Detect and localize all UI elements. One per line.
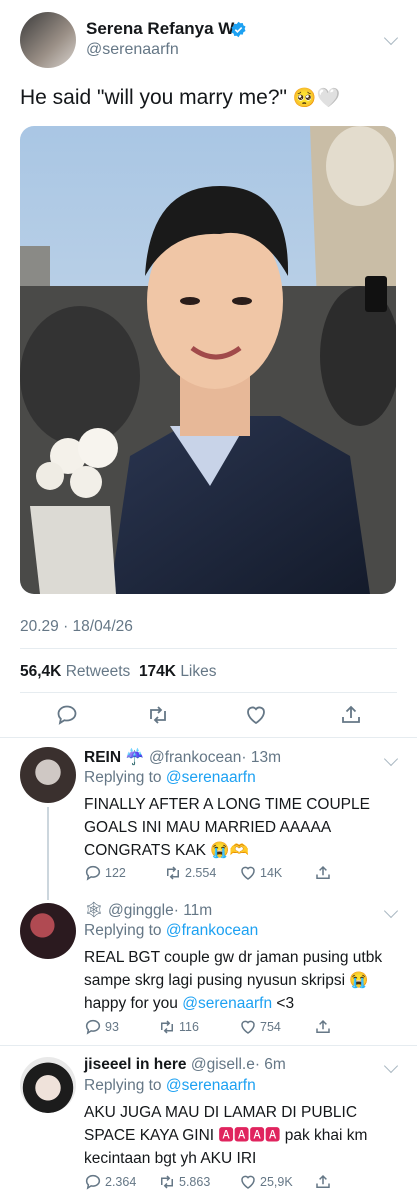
retweet-count: 2.554 xyxy=(185,866,217,880)
reply-text-block: REAL BGT couple gw dr jaman pusing utbk … xyxy=(84,946,394,1015)
replying-to-link[interactable]: @serenaarfn xyxy=(166,1077,256,1094)
reply-text: REAL BGT couple gw dr jaman pusing utbk … xyxy=(84,949,383,989)
replying-to-link[interactable]: @serenaarfn xyxy=(166,769,256,786)
chevron-down-icon[interactable] xyxy=(383,30,399,46)
reply-name[interactable]: jiseeel in here xyxy=(84,1056,187,1073)
reply-icon[interactable] xyxy=(55,703,79,727)
reply-mention[interactable]: @serenaarfn xyxy=(182,995,272,1012)
likes-label: Likes xyxy=(180,663,217,680)
replying-prefix: Replying to xyxy=(84,922,162,939)
retweet-icon[interactable] xyxy=(158,1173,176,1191)
retweets-label: Retweets xyxy=(65,663,131,680)
reply-name-emoji: ☔ xyxy=(125,749,145,766)
reply-time: · 13m xyxy=(241,749,282,766)
heart-icon[interactable] xyxy=(239,1173,257,1191)
reply-text-emoji: 😭🫶 xyxy=(210,842,249,859)
author-name[interactable]: Serena Refanya W. xyxy=(86,19,238,39)
chevron-down-icon[interactable] xyxy=(383,1058,399,1074)
author-handle[interactable]: @serenaarfn xyxy=(86,41,179,59)
retweet-count: 5.863 xyxy=(179,1175,211,1189)
reply-text-emoji: 🅰🅰🅰🅰 xyxy=(218,1127,281,1144)
chevron-down-icon[interactable] xyxy=(383,751,399,767)
reply-avatar[interactable] xyxy=(20,903,76,959)
replying-to: Replying to @frankocean xyxy=(84,922,258,940)
share-icon[interactable] xyxy=(314,864,332,882)
reply-handle[interactable]: @ginggle xyxy=(108,902,174,919)
share-icon[interactable] xyxy=(314,1018,332,1036)
reply-icon[interactable] xyxy=(84,1173,102,1191)
reply-header: REIN ☔ @frankocean· 13m xyxy=(84,748,281,767)
reply-icon[interactable] xyxy=(84,864,102,882)
reply-header: jiseeel in here @gisell.e· 6m xyxy=(84,1056,286,1074)
verified-badge-icon xyxy=(231,21,246,38)
share-icon[interactable] xyxy=(339,703,363,727)
divider xyxy=(0,1045,417,1046)
reply-text-block: FINALLY AFTER A LONG TIME COUPLE GOALS I… xyxy=(84,793,384,862)
reply-actions: 122 2.554 14K xyxy=(84,864,384,884)
heart-icon[interactable] xyxy=(244,703,268,727)
replying-to: Replying to @serenaarfn xyxy=(84,1077,256,1095)
reply-name[interactable]: REIN xyxy=(84,749,121,766)
reply-text-emoji: 😭 xyxy=(349,972,369,989)
tweet-stats[interactable]: 56,4K Retweets 174K Likes xyxy=(20,663,217,681)
reply-text-tail: <3 xyxy=(276,995,295,1012)
divider xyxy=(20,648,397,649)
like-count: 25,9K xyxy=(260,1175,293,1189)
replying-to-link[interactable]: @frankocean xyxy=(166,922,258,939)
reply-time: · 6m xyxy=(254,1056,286,1073)
tweet-photo[interactable] xyxy=(20,126,396,594)
heart-icon[interactable] xyxy=(239,864,257,882)
reply-handle[interactable]: @gisell.e xyxy=(191,1056,255,1073)
replying-to: Replying to @serenaarfn xyxy=(84,769,256,787)
replying-prefix: Replying to xyxy=(84,769,162,786)
tweet-timestamp: 20.29 · 18/04/26 xyxy=(20,618,133,635)
divider xyxy=(0,737,417,738)
retweets-count: 56,4K xyxy=(20,663,62,680)
reply-count: 2.364 xyxy=(105,1175,137,1189)
chevron-down-icon[interactable] xyxy=(383,903,399,919)
reply-avatar[interactable] xyxy=(20,747,76,803)
reply-count: 122 xyxy=(105,866,126,880)
retweet-icon[interactable] xyxy=(146,703,170,727)
retweet-icon[interactable] xyxy=(158,1018,176,1036)
tweet-text: He said "will you marry me?" xyxy=(20,86,287,109)
reply-actions: 2.364 5.863 25,9K xyxy=(84,1173,384,1193)
retweet-count: 116 xyxy=(179,1020,199,1034)
replying-prefix: Replying to xyxy=(84,1077,162,1094)
thread-line xyxy=(47,807,49,900)
reply-header: 🕸 @ginggle· 11m xyxy=(84,901,212,920)
reply-icon[interactable] xyxy=(84,1018,102,1036)
heart-icon[interactable] xyxy=(239,1018,257,1036)
reply-time: · 11m xyxy=(173,902,213,919)
likes-count: 174K xyxy=(138,663,176,680)
reply-actions: 93 116 754 xyxy=(84,1018,384,1038)
like-count: 754 xyxy=(260,1020,281,1034)
divider xyxy=(20,692,397,693)
share-icon[interactable] xyxy=(314,1173,332,1191)
author-avatar[interactable] xyxy=(20,12,76,68)
reply-name-emoji: 🕸 xyxy=(84,902,104,919)
retweet-icon[interactable] xyxy=(164,864,182,882)
reply-text-tail-prefix: happy for you xyxy=(84,995,178,1012)
reply-handle[interactable]: @frankocean xyxy=(149,749,241,766)
reply-text-block: AKU JUGA MAU DI LAMAR DI PUBLIC SPACE KA… xyxy=(84,1101,384,1170)
tweet-text-emoji: 🥺🤍 xyxy=(292,88,341,109)
reply-avatar[interactable] xyxy=(20,1057,76,1113)
like-count: 14K xyxy=(260,866,283,880)
reply-count: 93 xyxy=(105,1020,119,1034)
tweet-text-line: He said "will you marry me?" 🥺🤍 xyxy=(20,86,340,110)
